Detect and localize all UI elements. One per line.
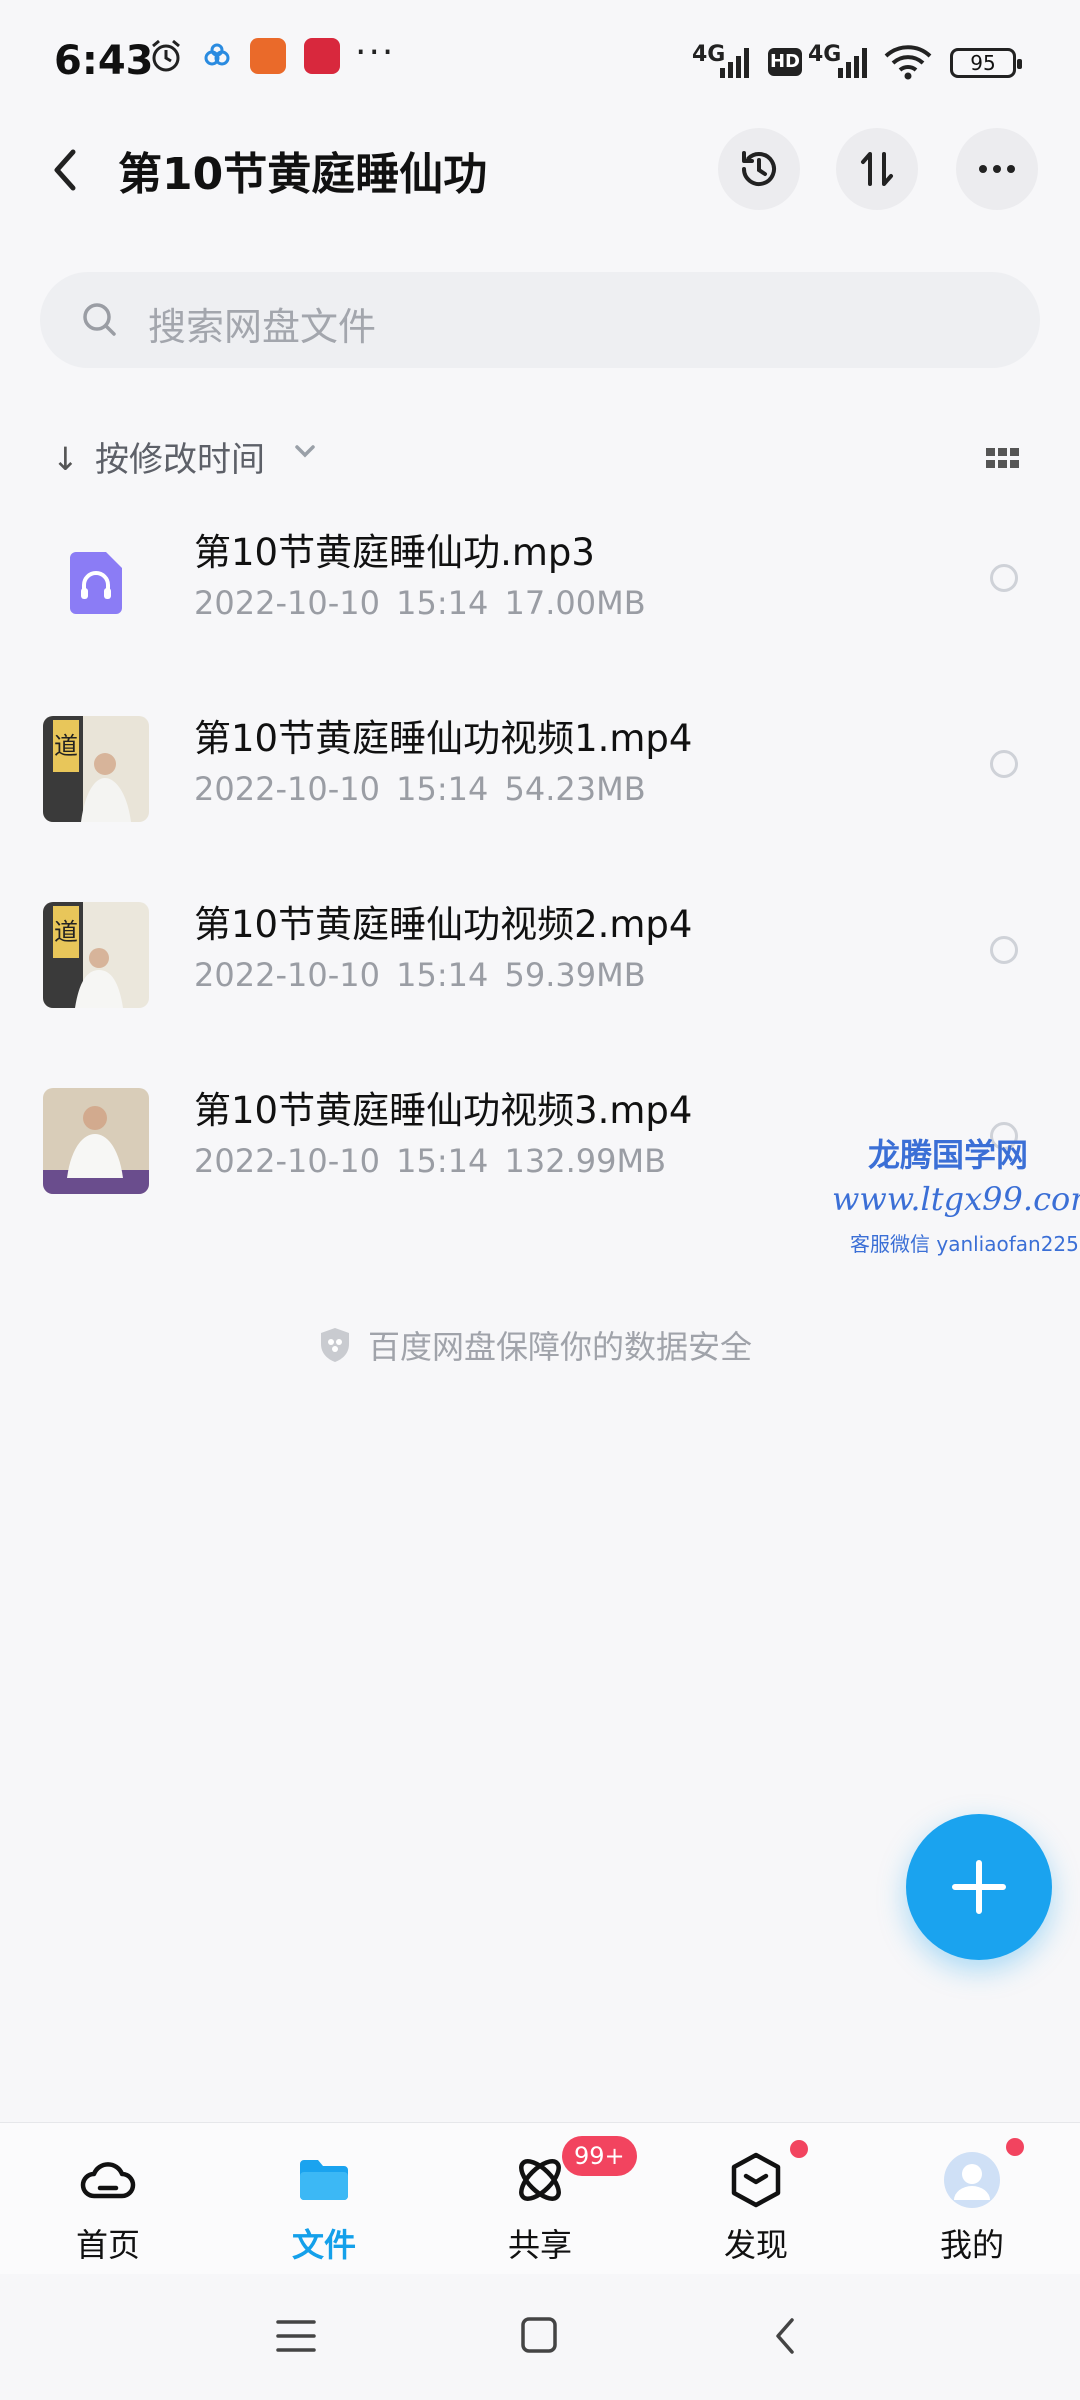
security-note: 百度网盘保障你的数据安全 bbox=[318, 1322, 752, 1368]
more-dots-icon bbox=[979, 165, 1015, 173]
video-thumbnail-image: 道 bbox=[43, 716, 149, 822]
file-name: 第10节黄庭睡仙功.mp3 bbox=[194, 531, 595, 574]
watermark-contact: 客服微信 yanliaofan225 bbox=[850, 1232, 1079, 1256]
file-name: 第10节黄庭睡仙功视频1.mp4 bbox=[194, 717, 693, 760]
system-back-icon[interactable] bbox=[772, 2316, 798, 2356]
status-time: 6:43 bbox=[54, 38, 154, 84]
wifi-icon bbox=[884, 45, 932, 80]
tab-me-label: 我的 bbox=[939, 2226, 1004, 2264]
file-name: 第10节黄庭睡仙功视频3.mp4 bbox=[194, 1089, 693, 1132]
svg-text:道: 道 bbox=[54, 732, 78, 760]
page-title: 第10节黄庭睡仙功 bbox=[118, 149, 488, 200]
file-row[interactable]: 道 第10节黄庭睡仙功视频2.mp4 2022-10-10 15:14 59.3… bbox=[0, 874, 1080, 1060]
more-button[interactable] bbox=[956, 128, 1038, 210]
signal-bars-icon-2 bbox=[838, 48, 867, 78]
select-checkbox[interactable] bbox=[990, 750, 1018, 778]
red-app-icon bbox=[304, 38, 340, 74]
tab-discover[interactable]: 发现 bbox=[696, 2150, 816, 2268]
file-name: 第10节黄庭睡仙功视频2.mp4 bbox=[194, 903, 693, 946]
sort-direction-icon[interactable]: ↓ bbox=[52, 440, 79, 478]
select-checkbox[interactable] bbox=[990, 564, 1018, 592]
more-notifications-icon: ··· bbox=[355, 32, 396, 73]
folder-icon bbox=[300, 2160, 348, 2200]
file-meta: 2022-10-10 15:14 132.99MB bbox=[194, 1142, 667, 1180]
video-thumbnail: 道 bbox=[43, 902, 149, 1008]
hd-badge: HD bbox=[768, 48, 802, 76]
history-button[interactable] bbox=[718, 128, 800, 210]
tab-files[interactable]: 文件 bbox=[264, 2150, 384, 2268]
alarm-icon bbox=[152, 39, 180, 72]
discover-box-icon bbox=[731, 2152, 781, 2208]
file-meta: 2022-10-10 15:14 17.00MB bbox=[194, 584, 646, 622]
tab-home-label: 首页 bbox=[75, 2226, 140, 2264]
transfer-button[interactable] bbox=[836, 128, 918, 210]
file-row[interactable]: 第10节黄庭睡仙功.mp3 2022-10-10 15:14 17.00MB bbox=[0, 502, 1080, 688]
status-app-icons bbox=[148, 38, 340, 74]
share-orbit-icon bbox=[519, 2159, 561, 2201]
tab-files-label: 文件 bbox=[291, 2226, 356, 2264]
me-notification-dot bbox=[1006, 2138, 1024, 2156]
sort-label[interactable]: 按修改时间 bbox=[95, 432, 265, 481]
discover-notification-dot bbox=[790, 2140, 808, 2158]
share-badge: 99+ bbox=[562, 2136, 637, 2176]
add-button[interactable] bbox=[906, 1814, 1052, 1960]
file-row[interactable]: 道 第10节黄庭睡仙功视频1.mp4 2022-10-10 15:14 54.2… bbox=[0, 688, 1080, 874]
watermark-url: www.ltgx99.com bbox=[832, 1180, 1080, 1218]
orange-app-icon bbox=[250, 38, 286, 74]
svg-text:道: 道 bbox=[54, 918, 78, 946]
tab-discover-label: 发现 bbox=[723, 2226, 788, 2264]
shield-icon bbox=[321, 1328, 349, 1362]
transfer-icon bbox=[861, 152, 893, 186]
file-meta: 2022-10-10 15:14 59.39MB bbox=[194, 956, 646, 994]
video-thumbnail: 道 bbox=[43, 716, 149, 822]
video-thumbnail-image bbox=[43, 1088, 149, 1194]
search-icon bbox=[83, 303, 116, 336]
back-button[interactable] bbox=[45, 140, 105, 200]
home-square-icon[interactable] bbox=[520, 2316, 558, 2354]
file-meta: 2022-10-10 15:14 54.23MB bbox=[194, 770, 646, 808]
video-thumbnail-image: 道 bbox=[43, 902, 149, 1008]
avatar-icon bbox=[944, 2152, 1000, 2208]
plus-icon bbox=[952, 1860, 1006, 1914]
video-thumbnail bbox=[43, 1088, 149, 1194]
signal-bars-icon bbox=[720, 48, 749, 78]
history-icon bbox=[742, 151, 776, 186]
chevron-down-icon[interactable] bbox=[292, 438, 318, 464]
chevron-left-icon bbox=[54, 149, 76, 191]
watermark-title: 龙腾国学网 bbox=[868, 1136, 1029, 1174]
menu-icon[interactable] bbox=[276, 2318, 316, 2354]
headphones-icon bbox=[70, 552, 122, 614]
audio-file-icon bbox=[43, 530, 149, 636]
search-placeholder: 搜索网盘文件 bbox=[148, 305, 377, 349]
select-checkbox[interactable] bbox=[990, 936, 1018, 964]
tab-me[interactable]: 我的 bbox=[912, 2150, 1032, 2268]
grid-view-icon[interactable] bbox=[986, 448, 1020, 470]
tab-home[interactable]: 首页 bbox=[48, 2150, 168, 2268]
tab-share-label: 共享 bbox=[507, 2226, 572, 2264]
cloud-app-icon bbox=[204, 43, 230, 66]
security-note-text: 百度网盘保障你的数据安全 bbox=[368, 1328, 753, 1366]
battery-indicator: 95 bbox=[950, 48, 1022, 78]
cloud-home-icon bbox=[80, 2162, 136, 2199]
